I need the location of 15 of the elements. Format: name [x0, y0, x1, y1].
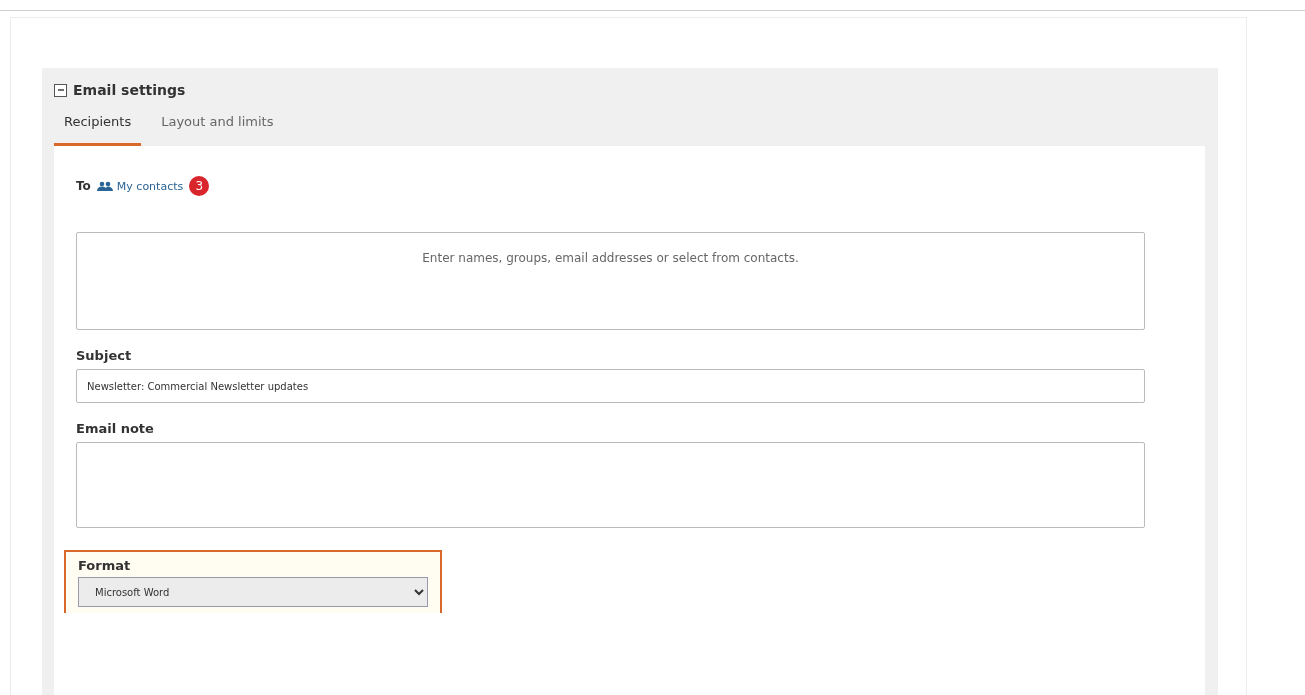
recipients-field[interactable]: Enter names, groups, email addresses or select from contacts. — [76, 232, 1145, 330]
count-badge: 3 — [189, 176, 210, 196]
section-title: Email settings — [73, 82, 186, 98]
format-label: Format — [78, 558, 132, 573]
format-dropdown[interactable]: Microsoft Word — [78, 577, 428, 607]
subject-field[interactable]: Newsletter: Commercial Newsletter updates — [76, 369, 1145, 403]
email-note-label: Email note — [76, 421, 155, 436]
subject-label: Subject — [76, 348, 133, 363]
to-label: To — [76, 179, 91, 193]
email-note-field[interactable] — [76, 442, 1145, 528]
tab[interactable]: Layout and limits — [151, 108, 284, 146]
contacts-link[interactable]: My contacts — [96, 179, 184, 193]
minus-icon — [56, 86, 65, 94]
collapse-toggle[interactable] — [54, 83, 67, 97]
people-icon — [96, 181, 113, 191]
